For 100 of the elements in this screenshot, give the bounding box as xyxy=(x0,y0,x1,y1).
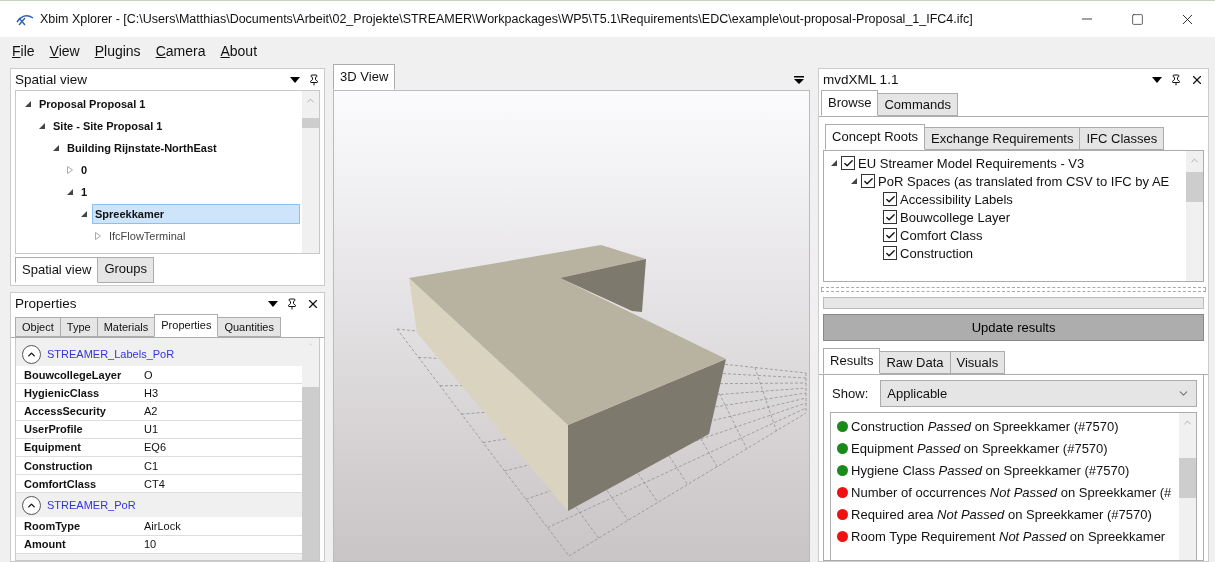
menu-item[interactable]: Plugins xyxy=(94,43,141,59)
pin-icon[interactable] xyxy=(308,73,321,86)
check-icon xyxy=(862,175,874,187)
vertical-scrollbar[interactable] xyxy=(1179,413,1196,560)
tree-item[interactable]: 1 xyxy=(78,182,95,202)
check-icon xyxy=(884,211,896,223)
tab[interactable]: Quantities xyxy=(217,317,281,337)
pin-icon[interactable] xyxy=(1170,73,1182,86)
tab[interactable]: Properties xyxy=(154,314,219,337)
property-value: A2 xyxy=(144,404,158,417)
app-logo-icon xyxy=(16,12,34,26)
result-item[interactable]: Number of occurrences Not Passed on Spreekkamer (# xyxy=(851,484,1172,500)
property-value: H3 xyxy=(144,386,159,399)
tree-item[interactable]: Bouwcollege Layer xyxy=(900,209,1010,225)
panel-title: Properties xyxy=(15,296,78,311)
tab[interactable]: Commands xyxy=(877,93,958,116)
expanded-arrow-icon[interactable] xyxy=(850,177,859,185)
field-label: Show: xyxy=(832,386,869,401)
scrollbar-thumb[interactable] xyxy=(1179,458,1196,498)
result-item[interactable]: Equipment Passed on Spreekkamer (#7570) xyxy=(851,440,1108,456)
result-item[interactable]: Room Type Requirement Not Passed on Spreekkamer xyxy=(851,528,1166,544)
tab[interactable]: Visuals xyxy=(949,351,1006,374)
tree-item[interactable]: Spreekkamer xyxy=(92,204,301,224)
tab[interactable]: Results xyxy=(823,348,881,374)
tab[interactable]: Raw Data xyxy=(879,351,951,374)
tab[interactable]: Browse xyxy=(821,90,879,116)
tab[interactable]: Spatial view xyxy=(15,257,99,283)
expanded-arrow-icon[interactable] xyxy=(38,122,46,130)
property-name: Equipment xyxy=(23,441,82,454)
dropdown-icon[interactable] xyxy=(268,300,279,307)
tree-item[interactable]: IfcFlowTerminal xyxy=(106,226,193,246)
dropdown-icon[interactable] xyxy=(1152,76,1162,83)
property-name: UserProfile xyxy=(23,423,84,436)
property-value: C1 xyxy=(144,459,159,472)
vertical-scrollbar[interactable] xyxy=(302,91,320,253)
vertical-scrollbar[interactable] xyxy=(1186,151,1203,281)
expanded-arrow-icon[interactable] xyxy=(66,188,74,196)
property-value: EQ6 xyxy=(144,441,166,454)
checkbox[interactable] xyxy=(883,210,898,224)
expanded-arrow-icon[interactable] xyxy=(52,144,60,152)
menu-item[interactable]: File xyxy=(12,43,35,59)
maximize-icon[interactable] xyxy=(1130,12,1144,26)
result-item[interactable]: Construction Passed on Spreekkamer (#7570) xyxy=(851,418,1119,434)
expanded-arrow-icon[interactable] xyxy=(830,159,839,167)
property-value: O xyxy=(144,368,153,381)
property-value: 10 xyxy=(144,538,157,551)
menu-item[interactable]: Camera xyxy=(155,43,206,59)
tab[interactable]: 3D View xyxy=(333,64,396,90)
tree-item[interactable]: Proposal Proposal 1 xyxy=(36,94,153,114)
tab[interactable]: Groups xyxy=(97,257,154,283)
dropdown-icon[interactable] xyxy=(290,76,301,83)
property-name: Construction xyxy=(23,459,94,472)
update-results-button[interactable]: Update results xyxy=(823,314,1204,341)
panel-title: mvdXML 1.1 xyxy=(823,72,900,87)
menu-item[interactable]: View xyxy=(49,43,80,59)
property-name: Amount xyxy=(23,538,67,551)
tab[interactable]: Materials xyxy=(96,317,156,337)
property-value: CT4 xyxy=(144,477,165,490)
scrollbar-thumb[interactable] xyxy=(302,118,320,128)
property-value: U1 xyxy=(144,423,159,436)
tree-item[interactable]: Comfort Class xyxy=(900,227,983,243)
check-icon xyxy=(842,157,854,169)
tree-item[interactable]: PoR Spaces (as translated from CSV to IFC by AE xyxy=(878,173,1170,189)
tab[interactable]: Object xyxy=(15,317,61,337)
property-name: RoomType xyxy=(23,519,82,532)
collapse-icon[interactable] xyxy=(22,495,41,515)
result-item[interactable]: Required area Not Passed on Spreekkamer (#7570) xyxy=(851,506,1152,522)
tree-item[interactable]: Building Rijnstate-NorthEast xyxy=(64,138,224,158)
result-item[interactable]: Hygiene Class Passed on Spreekkamer (#7570) xyxy=(851,462,1130,478)
scrollbar-thumb[interactable] xyxy=(1186,172,1203,202)
expanded-arrow-icon[interactable] xyxy=(80,210,88,218)
expanded-arrow-icon[interactable] xyxy=(24,100,32,108)
checkbox[interactable] xyxy=(841,156,856,170)
tree-item[interactable]: EU Streamer Model Requirements - V3 xyxy=(858,155,1085,171)
dropdown-icon[interactable] xyxy=(794,76,805,84)
menu-item[interactable]: About xyxy=(220,43,258,59)
group-title: STREAMER_PoR xyxy=(47,499,136,512)
property-name: HygienicClass xyxy=(23,386,101,399)
property-name: AccessSecurity xyxy=(23,404,107,417)
window-title: Xbim Xplorer - [C:\Users\Matthias\Documents\Arbeit\02_Projekte\STREAMER\Workpackages\WP5\T5.1\Requirements\EDC\example\out-proposal-Proposal_1_IFC4.ifc] xyxy=(40,12,974,26)
panel-title: Spatial view xyxy=(15,72,89,87)
pin-icon[interactable] xyxy=(286,297,299,310)
collapse-icon[interactable] xyxy=(22,344,41,364)
tab[interactable]: Exchange Requirements xyxy=(924,127,1081,150)
checkbox[interactable] xyxy=(861,174,876,188)
show-dropdown[interactable]: Applicable xyxy=(880,380,1197,407)
check-icon xyxy=(884,229,896,241)
tab[interactable]: IFC Classes xyxy=(1079,127,1165,150)
tree-item[interactable]: Construction xyxy=(900,245,974,261)
tree-item[interactable]: Accessibility Labels xyxy=(900,191,1013,207)
tab[interactable]: Type xyxy=(59,317,98,337)
check-icon xyxy=(884,247,896,259)
scrollbar-thumb[interactable] xyxy=(302,386,320,560)
tree-item[interactable]: 0 xyxy=(78,160,95,180)
checkbox[interactable] xyxy=(883,192,898,206)
tree-item[interactable]: Site - Site Proposal 1 xyxy=(50,116,170,136)
tab[interactable]: Concept Roots xyxy=(825,124,926,150)
checkbox[interactable] xyxy=(883,246,898,260)
checkbox[interactable] xyxy=(883,228,898,242)
check-icon xyxy=(884,193,896,205)
